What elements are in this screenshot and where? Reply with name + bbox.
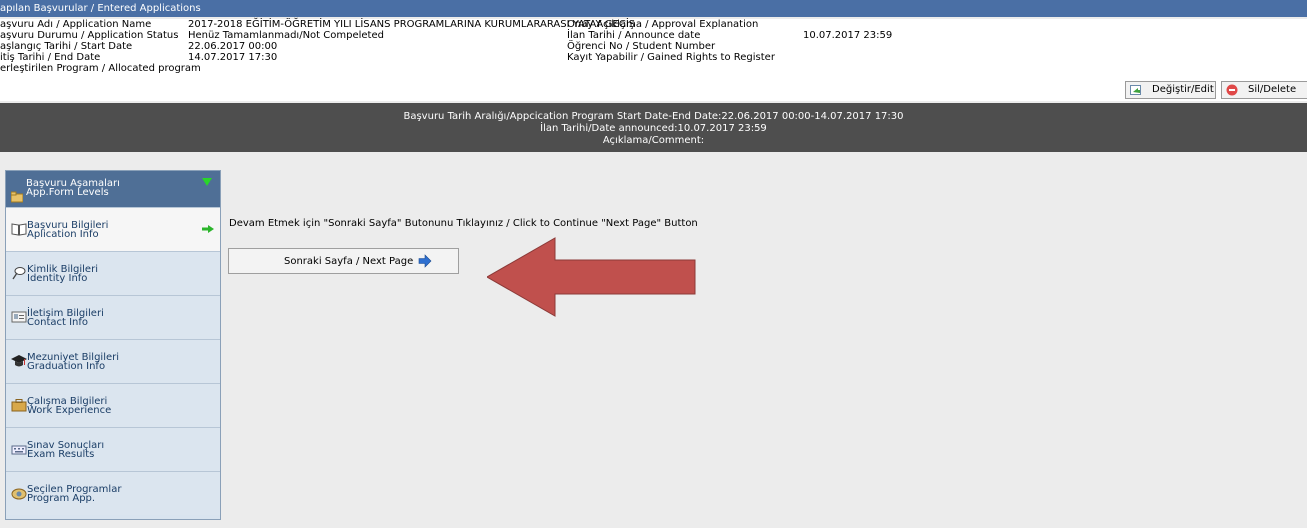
announce-date-text: İlan Tarihi/Date announced:10.07.2017 23… <box>540 123 767 134</box>
sidebar-header-line2: App.Form Levels <box>26 187 109 198</box>
end-date-value: 14.07.2017 17:30 <box>188 52 278 63</box>
edit-icon <box>1130 85 1141 95</box>
date-range-text: Başvuru Tarih Aralığı/Appcication Progra… <box>403 111 904 122</box>
sidebar-item-graduation-info[interactable]: Mezuniyet Bilgileri Graduation Info <box>6 339 220 383</box>
application-info-panel: aşvuru Adı / Application Name 2017-2018 … <box>0 19 1307 101</box>
edit-button-label: Değiştir/Edit <box>1152 84 1214 95</box>
sidebar-item-sublabel: Work Experience <box>27 405 112 416</box>
sidebar-item-sublabel: Graduation Info <box>27 361 106 372</box>
application-name-label: aşvuru Adı / Application Name <box>0 19 152 30</box>
sidebar-item-sublabel: Program App. <box>27 493 96 504</box>
continue-instruction: Devam Etmek için "Sonraki Sayfa" Butonun… <box>229 218 698 229</box>
next-page-label: Sonraki Sayfa / Next Page <box>284 256 414 267</box>
arrow-right-icon <box>418 254 432 268</box>
sidebar-item-contact-info[interactable]: İletişim Bilgileri Contact Info <box>6 295 220 339</box>
delete-icon <box>1226 84 1238 96</box>
edit-button[interactable]: Değiştir/Edit <box>1125 81 1216 99</box>
comment-text: Açıklama/Comment: <box>602 135 705 146</box>
student-number-label: Öğrenci No / Student Number <box>567 41 716 52</box>
allocated-program-label: erleştirilen Program / Allocated program <box>0 63 201 74</box>
start-date-value: 22.06.2017 00:00 <box>188 41 278 52</box>
sidebar-item-sublabel: Contact Info <box>27 317 89 328</box>
collapse-triangle-icon[interactable] <box>202 178 212 186</box>
sidebar-item-identity-info[interactable]: Kimlik Bilgileri Identity Info <box>6 251 220 295</box>
delete-button-label: Sil/Delete <box>1248 84 1297 95</box>
keyboard-icon <box>11 445 27 455</box>
register-rights-label: Kayıt Yapabilir / Gained Rights to Regis… <box>567 52 775 63</box>
date-range-banner: Başvuru Tarih Aralığı/Appcication Progra… <box>0 103 1307 152</box>
sidebar-item-sublabel: Aplication Info <box>27 229 99 240</box>
start-date-label: aşlangıç Tarihi / Start Date <box>0 41 133 52</box>
sidebar-item-sublabel: Exam Results <box>27 449 95 460</box>
application-status-label: aşvuru Durumu / Application Status <box>0 30 179 41</box>
next-page-button[interactable]: Sonraki Sayfa / Next Page <box>228 248 459 274</box>
briefcase-icon <box>11 399 27 412</box>
form-levels-sidebar: Başvuru Aşamaları App.Form Levels Başvur… <box>5 170 221 520</box>
sidebar-item-work-experience[interactable]: Çalışma Bilgileri Work Experience <box>6 383 220 427</box>
sidebar-item-sublabel: Identity Info <box>27 273 88 284</box>
sidebar-item-application-info[interactable]: Başvuru Bilgileri Aplication Info <box>6 207 220 251</box>
graduation-cap-icon <box>11 355 27 367</box>
contact-card-icon <box>11 311 27 323</box>
announce-date-value: 10.07.2017 23:59 <box>803 30 893 41</box>
sidebar-item-exam-results[interactable]: Sınav Sonuçları Exam Results <box>6 427 220 471</box>
sidebar-item-selected-programs[interactable]: Seçilen Programlar Program App. <box>6 471 220 515</box>
application-status-value: Henüz Tamamlanmadı/Not Compeleted <box>188 30 384 41</box>
programs-icon <box>11 488 27 500</box>
announce-date-label: İlan Tarihi / Announce date <box>567 30 701 41</box>
pointer-arrow-icon <box>487 237 696 317</box>
id-icon <box>12 267 26 280</box>
current-step-arrow-icon <box>202 225 214 233</box>
approval-explanation-label: Onay Açıklama / Approval Explanation <box>567 19 759 30</box>
end-date-label: itiş Tarihi / End Date <box>0 52 101 63</box>
folder-icon <box>11 191 23 203</box>
window-title: apılan Başvurular / Entered Applications <box>0 0 1307 17</box>
delete-button[interactable]: Sil/Delete <box>1221 81 1307 99</box>
sidebar-header: Başvuru Aşamaları App.Form Levels <box>6 171 220 207</box>
book-icon <box>11 223 27 236</box>
